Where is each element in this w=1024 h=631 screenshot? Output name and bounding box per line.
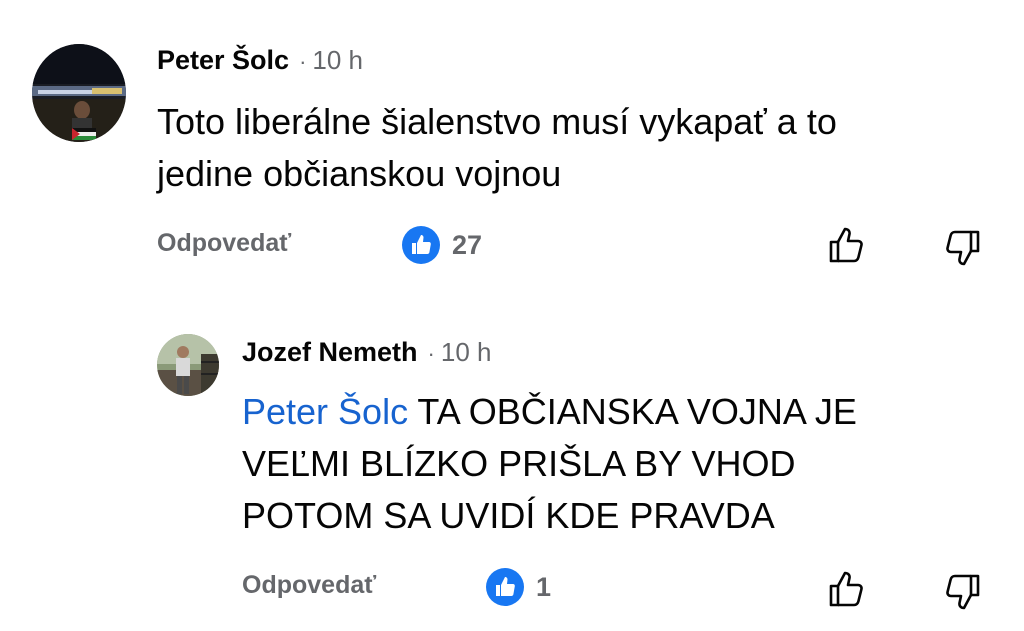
avatar-photo bbox=[32, 44, 126, 142]
like-badge-icon bbox=[402, 226, 440, 264]
comment-text-line: Toto liberálne šialenstvo musí vykapať a… bbox=[157, 101, 837, 142]
reply-timestamp[interactable]: 10 h bbox=[441, 337, 492, 367]
comment-author[interactable]: Peter Šolc · 10 h bbox=[157, 45, 363, 76]
reaction-summary[interactable]: 27 bbox=[402, 226, 482, 264]
avatar-photo bbox=[157, 334, 219, 396]
thumbs-down-outline-icon[interactable] bbox=[942, 228, 982, 268]
reaction-summary[interactable]: 1 bbox=[486, 568, 551, 606]
comment-thread: Peter Šolc · 10 h Toto liberálne šialenstv… bbox=[0, 0, 1024, 631]
separator-dot: · bbox=[427, 341, 435, 366]
reply-button[interactable]: Odpovedať bbox=[157, 229, 291, 258]
comment-timestamp[interactable]: 10 h bbox=[312, 45, 363, 75]
reply-text-line: Peter Šolc TA OBČIANSKA VOJNA JE bbox=[242, 386, 857, 438]
reply-text-line: VEĽMI BLÍZKO PRIŠLA BY VHOD bbox=[242, 443, 796, 484]
reply-text-first: TA OBČIANSKA VOJNA JE bbox=[408, 391, 857, 432]
reply-text: Peter Šolc TA OBČIANSKA VOJNA JE VEĽMI B… bbox=[242, 386, 857, 542]
author-name[interactable]: Jozef Nemeth bbox=[242, 337, 418, 367]
thumbs-up-outline-icon[interactable] bbox=[827, 225, 867, 265]
reply-text-line: POTOM SA UVIDÍ KDE PRAVDA bbox=[242, 495, 775, 536]
author-name[interactable]: Peter Šolc bbox=[157, 45, 289, 75]
separator-dot: · bbox=[299, 49, 307, 74]
reply-author[interactable]: Jozef Nemeth · 10 h bbox=[242, 337, 491, 368]
avatar[interactable] bbox=[157, 334, 219, 396]
mention-link[interactable]: Peter Šolc bbox=[242, 391, 408, 432]
thumbs-up-outline-icon[interactable] bbox=[827, 569, 867, 609]
like-count: 27 bbox=[452, 229, 483, 260]
thumbs-down-outline-icon[interactable] bbox=[942, 572, 982, 612]
comment-text: Toto liberálne šialenstvo musí vykapať a… bbox=[157, 96, 837, 200]
reply-button[interactable]: Odpovedať bbox=[242, 571, 376, 600]
comment-text-line: jedine občianskou vojnou bbox=[157, 153, 562, 194]
avatar[interactable] bbox=[32, 44, 126, 142]
like-count: 1 bbox=[536, 571, 552, 602]
like-badge-icon bbox=[486, 568, 524, 606]
